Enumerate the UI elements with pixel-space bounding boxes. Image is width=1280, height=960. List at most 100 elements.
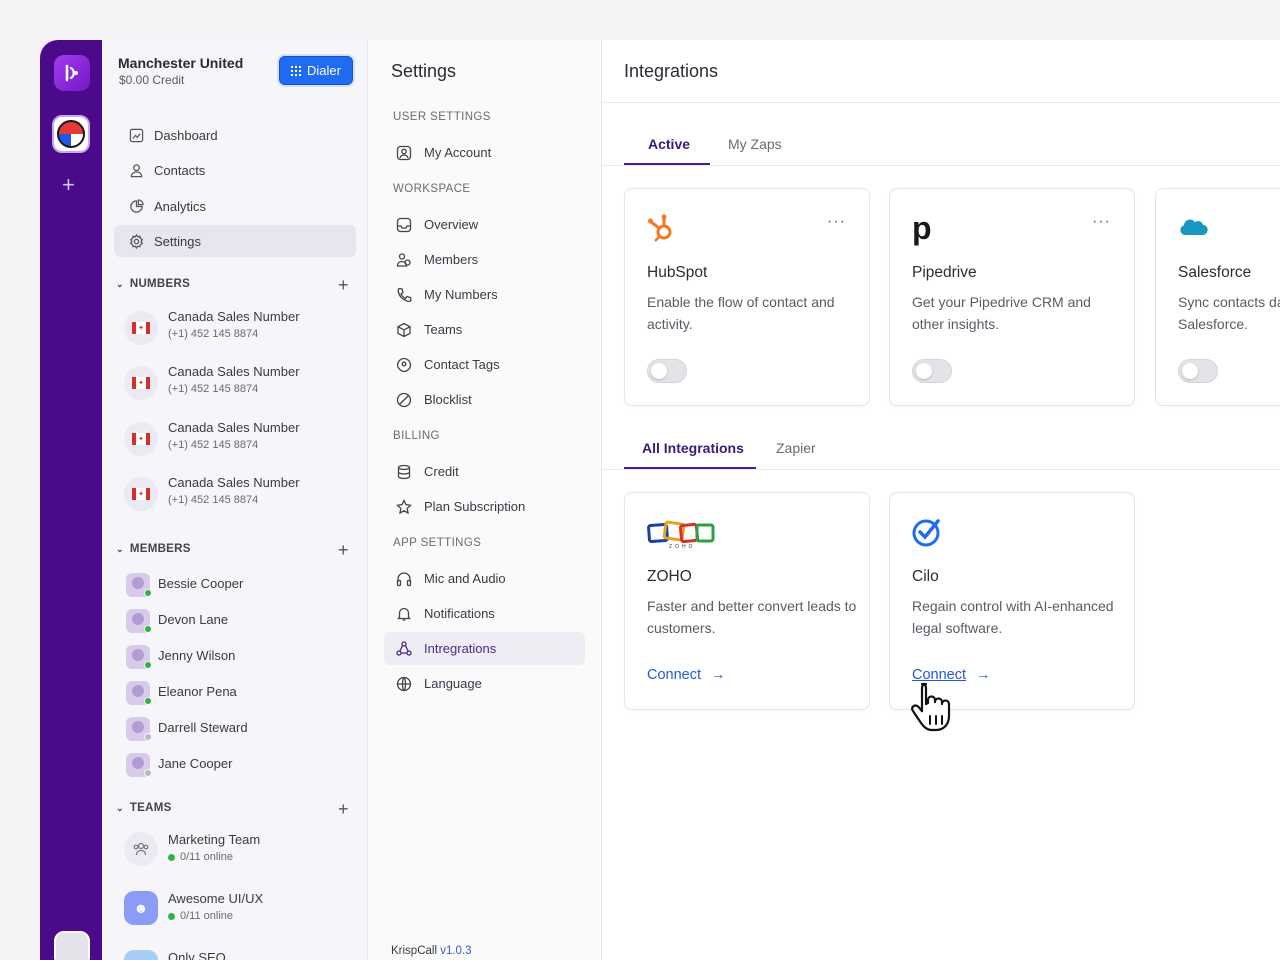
dialer-label: Dialer: [307, 63, 341, 78]
settings-item-label: Credit: [424, 464, 459, 479]
member-item[interactable]: Eleanor Pena: [126, 680, 356, 706]
team-status-text: 0/11 online: [180, 851, 234, 863]
canada-flag-icon: ✦: [124, 311, 158, 345]
settings-item-label: Notifications: [424, 606, 495, 621]
pipedrive-logo: p: [912, 209, 932, 246]
team-item[interactable]: Only SEO: [124, 948, 354, 960]
connect-button[interactable]: Connect →: [647, 667, 726, 683]
settings-item-members[interactable]: Members: [384, 243, 585, 276]
settings-item-label: Intregrations: [424, 641, 497, 656]
arrow-right-icon: →: [976, 667, 991, 683]
settings-item-label: Contact Tags: [424, 357, 500, 372]
add-member-button[interactable]: +: [338, 541, 349, 559]
settings-item-my-numbers[interactable]: My Numbers: [384, 278, 585, 311]
nav-settings[interactable]: Settings: [114, 225, 356, 257]
number-phone: (+1) 452 145 8874: [168, 494, 259, 506]
integration-toggle[interactable]: [912, 359, 952, 383]
members-section-toggle[interactable]: ⌄ MEMBERS: [116, 543, 191, 555]
numbers-section-toggle[interactable]: ⌄ NUMBERS: [116, 278, 190, 290]
zoho-logo: ZOHO: [647, 515, 717, 549]
settings-item-notifications[interactable]: Notifications: [384, 597, 585, 630]
number-name: Canada Sales Number: [168, 475, 300, 490]
number-item[interactable]: ✦ Canada Sales Number (+1) 452 145 8874: [124, 417, 354, 461]
settings-panel: Settings USER SETTINGS My Account WORKSP…: [368, 40, 602, 960]
number-name: Canada Sales Number: [168, 420, 300, 435]
integration-toggle[interactable]: [1178, 359, 1218, 383]
workspace-avatar-icon: [57, 120, 85, 148]
nav-contacts[interactable]: Contacts: [114, 154, 356, 186]
offline-indicator: [144, 769, 152, 777]
star-icon: [396, 498, 412, 515]
overview-icon: [396, 217, 412, 233]
online-indicator: [144, 697, 152, 705]
settings-item-language[interactable]: Language: [384, 667, 585, 700]
team-name: Only SEO: [168, 950, 226, 960]
cilo-logo: [912, 515, 942, 549]
member-item[interactable]: Jenny Wilson: [126, 644, 356, 670]
settings-item-plan-subscription[interactable]: Plan Subscription: [384, 490, 585, 523]
teams-section-toggle[interactable]: ⌄ TEAMS: [116, 802, 172, 814]
team-status-text: 0/11 online: [180, 910, 234, 922]
integration-description: Get your Pipedrive CRM and other insight…: [912, 294, 1091, 332]
nav-analytics[interactable]: Analytics: [114, 190, 356, 222]
tab-zapier[interactable]: Zapier: [776, 440, 816, 456]
tab-my-zaps[interactable]: My Zaps: [728, 136, 782, 152]
user-icon: [128, 162, 144, 178]
team-item[interactable]: Marketing Team 0/11 online: [124, 830, 354, 870]
add-workspace-button[interactable]: +: [62, 174, 75, 196]
member-item[interactable]: Darrell Steward: [126, 716, 356, 742]
integrations-icon: [396, 640, 412, 657]
add-number-button[interactable]: +: [338, 276, 349, 294]
number-item[interactable]: ✦ Canada Sales Number (+1) 452 145 8874: [124, 361, 354, 405]
integration-name: ZOHO: [647, 568, 692, 585]
tab-all-integrations[interactable]: All Integrations: [642, 440, 744, 456]
nav-dashboard[interactable]: Dashboard: [114, 119, 356, 151]
nav-label: Dashboard: [154, 127, 218, 143]
online-indicator: [168, 912, 175, 920]
user-avatar[interactable]: [54, 931, 90, 960]
bell-icon: [396, 606, 412, 622]
settings-item-my-account[interactable]: My Account: [384, 136, 585, 169]
svg-text:ZOHO: ZOHO: [669, 544, 695, 549]
settings-item-label: Language: [424, 676, 482, 691]
integration-toggle[interactable]: [647, 359, 687, 383]
nav-label: Settings: [154, 233, 201, 249]
integration-card-cilo: Cilo Regain control with AI-enhanced leg…: [889, 492, 1135, 710]
member-item[interactable]: Jane Cooper: [126, 752, 356, 778]
settings-item-integrations[interactable]: Intregrations: [384, 632, 585, 665]
settings-item-mic-audio[interactable]: Mic and Audio: [384, 562, 585, 595]
settings-item-contact-tags[interactable]: Contact Tags: [384, 348, 585, 381]
dialer-button[interactable]: Dialer: [279, 56, 353, 85]
settings-item-label: My Numbers: [424, 287, 498, 302]
settings-item-label: Teams: [424, 322, 463, 337]
chevron-down-icon: ⌄: [116, 543, 124, 554]
settings-item-credit[interactable]: Credit: [384, 455, 585, 488]
integration-description: Sync contacts data of KrispCall and Sale…: [1178, 294, 1280, 332]
team-icon: [124, 832, 158, 866]
sidebar: Manchester United $0.00 Credit Dialer Da…: [102, 40, 368, 960]
member-item[interactable]: Bessie Cooper: [126, 572, 356, 598]
online-indicator: [144, 661, 152, 669]
divider: [602, 165, 1280, 166]
member-item[interactable]: Devon Lane: [126, 608, 356, 634]
member-name: Eleanor Pena: [158, 684, 237, 699]
hubspot-logo: [647, 211, 675, 245]
settings-item-teams[interactable]: Teams: [384, 313, 585, 346]
version-prefix: KrispCall: [391, 945, 441, 957]
tab-active[interactable]: Active: [648, 136, 690, 152]
add-team-button[interactable]: +: [338, 800, 349, 818]
chevron-down-icon: ⌄: [116, 802, 124, 813]
number-item[interactable]: ✦ Canada Sales Number (+1) 452 145 8874: [124, 306, 354, 350]
more-options-button[interactable]: ···: [827, 214, 846, 230]
arrow-right-icon: →: [711, 667, 726, 683]
workspace-switcher[interactable]: [52, 115, 90, 153]
settings-item-label: Members: [424, 252, 479, 267]
settings-item-overview[interactable]: Overview: [384, 208, 585, 241]
krispcall-logo[interactable]: [54, 55, 90, 91]
hand-pointer-cursor-icon: [908, 680, 958, 741]
number-item[interactable]: ✦ Canada Sales Number (+1) 452 145 8874: [124, 472, 354, 516]
team-item[interactable]: ☻ Awesome UI/UX 0/11 online: [124, 889, 354, 929]
settings-item-blocklist[interactable]: Blocklist: [384, 383, 585, 416]
connect-label: Connect: [647, 667, 702, 683]
more-options-button[interactable]: ···: [1092, 214, 1111, 230]
